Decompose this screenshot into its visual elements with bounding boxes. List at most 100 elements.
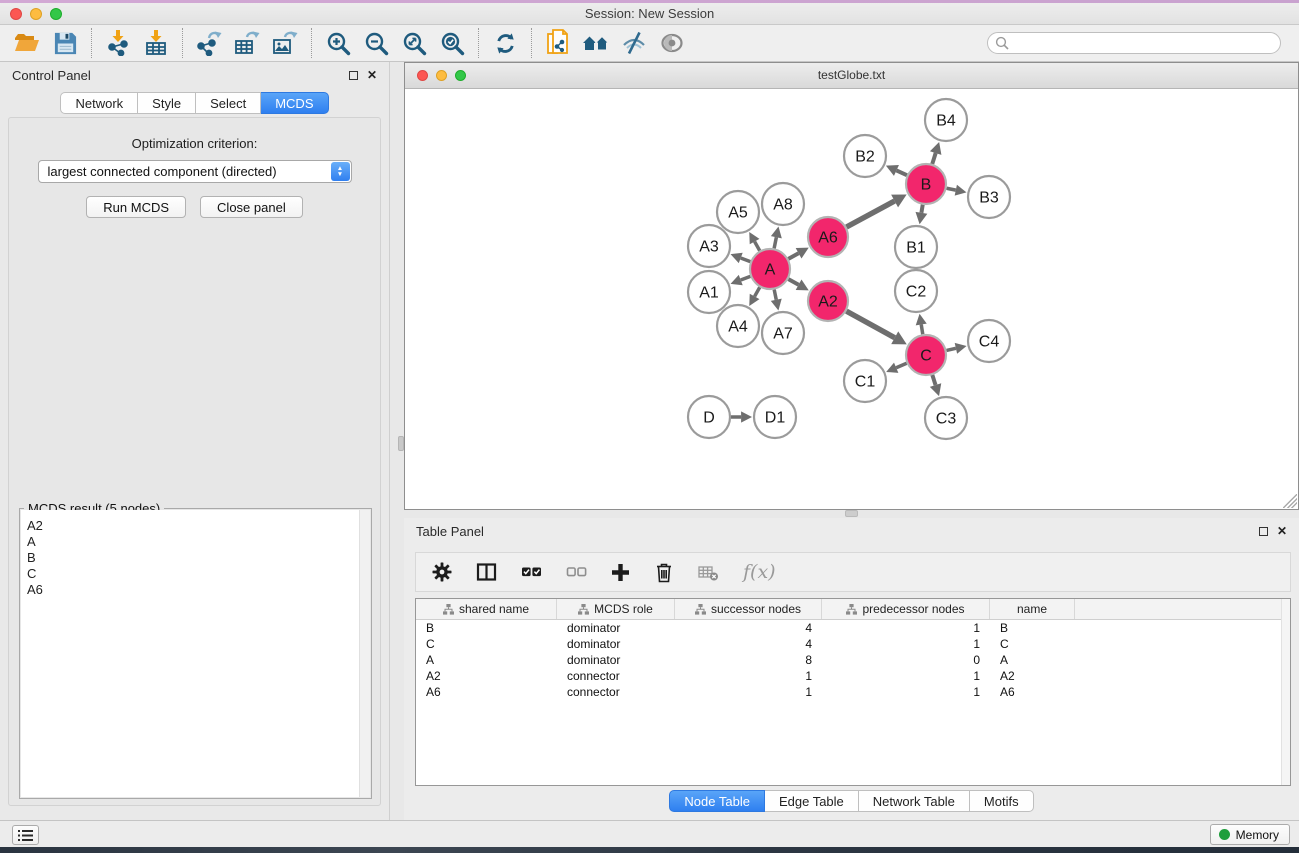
edge-A-A6[interactable] bbox=[788, 253, 798, 259]
edge-C-C3[interactable] bbox=[932, 375, 935, 385]
result-item[interactable]: A bbox=[27, 534, 370, 550]
open-folder-icon bbox=[14, 30, 40, 56]
select-all-checkboxes-button[interactable] bbox=[521, 562, 542, 582]
save-session-button[interactable] bbox=[46, 28, 84, 59]
maximize-window-button[interactable] bbox=[50, 8, 62, 20]
edge-C-C1[interactable] bbox=[896, 363, 906, 367]
column-header-successor-nodes[interactable]: successor nodes bbox=[675, 599, 822, 619]
column-header-name[interactable]: name bbox=[990, 599, 1075, 619]
import-network-button[interactable] bbox=[99, 28, 137, 59]
edge-A-A5[interactable] bbox=[755, 242, 760, 251]
tab-style[interactable]: Style bbox=[138, 92, 196, 114]
result-item[interactable]: C bbox=[27, 566, 370, 582]
memory-button[interactable]: Memory bbox=[1210, 824, 1290, 845]
table-row[interactable]: Cdominator41C bbox=[416, 636, 1290, 652]
float-table-panel-icon[interactable] bbox=[1259, 527, 1268, 536]
task-history-button[interactable] bbox=[12, 825, 39, 845]
close-window-button[interactable] bbox=[10, 8, 22, 20]
zoom-out-icon bbox=[364, 31, 389, 56]
export-table-button[interactable] bbox=[228, 28, 266, 59]
tab-mcds[interactable]: MCDS bbox=[261, 92, 328, 114]
run-mcds-button[interactable]: Run MCDS bbox=[86, 196, 186, 218]
zoom-out-button[interactable] bbox=[357, 28, 395, 59]
table-columns-button[interactable] bbox=[476, 562, 497, 582]
import-table-button[interactable] bbox=[137, 28, 175, 59]
result-item[interactable]: B bbox=[27, 550, 370, 566]
tab-select[interactable]: Select bbox=[196, 92, 261, 114]
edge-C-C2[interactable] bbox=[921, 324, 923, 334]
network-vertical-scrollbar-thumb[interactable] bbox=[398, 436, 404, 451]
close-panel-icon[interactable]: ✕ bbox=[367, 70, 377, 80]
network-graph[interactable]: AA1A2A3A4A5A6A7A8BB1B2B3B4CC1C2C3C4DD1 bbox=[405, 89, 1298, 509]
tab-edge-table[interactable]: Edge Table bbox=[765, 790, 859, 812]
export-network-icon bbox=[196, 30, 222, 56]
edge-A-A3[interactable] bbox=[741, 258, 751, 262]
edge-A-A1[interactable] bbox=[741, 276, 751, 280]
open-session-button[interactable] bbox=[8, 28, 46, 59]
export-image-button[interactable] bbox=[266, 28, 304, 59]
show-all-button[interactable] bbox=[653, 28, 691, 59]
column-header-shared-name[interactable]: shared name bbox=[416, 599, 557, 619]
optimization-criterion-select[interactable]: largest connected component (directed) ▲… bbox=[38, 160, 352, 183]
table-row[interactable]: A6connector11A6 bbox=[416, 684, 1290, 700]
float-panel-icon[interactable] bbox=[349, 71, 358, 80]
edge-A2-C[interactable] bbox=[846, 311, 894, 338]
tab-node-table[interactable]: Node Table bbox=[669, 790, 765, 812]
table-panel-title: Table Panel bbox=[416, 524, 484, 539]
result-list-scrollbar[interactable] bbox=[359, 510, 370, 797]
edge-C-C4[interactable] bbox=[946, 348, 955, 350]
edge-A-A4[interactable] bbox=[755, 287, 760, 296]
node-label-A5: A5 bbox=[728, 205, 748, 222]
table-settings-button[interactable] bbox=[432, 562, 452, 582]
first-neighbors-button[interactable] bbox=[577, 28, 615, 59]
minimize-window-button[interactable] bbox=[30, 8, 42, 20]
table-row[interactable]: Bdominator41B bbox=[416, 620, 1290, 636]
edge-B-B4[interactable] bbox=[932, 153, 935, 164]
edge-B-B1[interactable] bbox=[921, 205, 922, 213]
delete-row-button[interactable] bbox=[654, 562, 674, 583]
tab-network-table[interactable]: Network Table bbox=[859, 790, 970, 812]
new-session-from-network-button[interactable] bbox=[539, 28, 577, 59]
edge-A6-B[interactable] bbox=[846, 201, 894, 227]
mcds-result-list[interactable]: A2ABCA6 bbox=[21, 510, 370, 797]
table-scrollbar[interactable] bbox=[1281, 599, 1290, 785]
close-table-panel-icon[interactable]: ✕ bbox=[1277, 526, 1287, 536]
zoom-fit-button[interactable] bbox=[395, 28, 433, 59]
window-resize-grip[interactable] bbox=[1283, 494, 1297, 508]
column-header-predecessor-nodes[interactable]: predecessor nodes bbox=[822, 599, 990, 619]
node-label-C4: C4 bbox=[979, 334, 1000, 351]
node-table[interactable]: shared nameMCDS rolesuccessor nodesprede… bbox=[415, 598, 1291, 786]
add-row-button[interactable] bbox=[611, 563, 630, 582]
edge-A-A7[interactable] bbox=[774, 290, 776, 300]
tab-network[interactable]: Network bbox=[60, 92, 138, 114]
refresh-button[interactable] bbox=[486, 28, 524, 59]
zoom-selected-button[interactable] bbox=[433, 28, 471, 59]
table-cell: 0 bbox=[822, 653, 990, 667]
export-network-button[interactable] bbox=[190, 28, 228, 59]
table-row[interactable]: Adominator80A bbox=[416, 652, 1290, 668]
edge-B-B2[interactable] bbox=[896, 170, 906, 175]
result-item[interactable]: A6 bbox=[27, 582, 370, 598]
hide-selected-button[interactable] bbox=[615, 28, 653, 59]
maximize-network-button[interactable] bbox=[455, 70, 466, 81]
network-graph-canvas[interactable]: AA1A2A3A4A5A6A7A8BB1B2B3B4CC1C2C3C4DD1 bbox=[405, 89, 1298, 509]
result-item[interactable]: A2 bbox=[27, 518, 370, 534]
table-cell: A6 bbox=[416, 685, 557, 699]
checked-boxes-icon bbox=[521, 562, 542, 582]
tab-motifs[interactable]: Motifs bbox=[970, 790, 1034, 812]
search-input[interactable] bbox=[987, 32, 1281, 54]
deselect-all-checkboxes-button[interactable] bbox=[566, 562, 587, 582]
table-cell: 1 bbox=[675, 685, 822, 699]
edge-A-A2[interactable] bbox=[788, 279, 798, 285]
close-network-button[interactable] bbox=[417, 70, 428, 81]
table-row[interactable]: A2connector11A2 bbox=[416, 668, 1290, 684]
zoom-in-button[interactable] bbox=[319, 28, 357, 59]
search-field-wrap bbox=[987, 32, 1281, 54]
column-header-MCDS-role[interactable]: MCDS role bbox=[557, 599, 675, 619]
edge-A-A8[interactable] bbox=[774, 237, 776, 248]
minimize-network-button[interactable] bbox=[436, 70, 447, 81]
edge-B-B3[interactable] bbox=[947, 188, 956, 190]
network-horizontal-scrollbar-thumb[interactable] bbox=[845, 510, 858, 517]
node-label-C2: C2 bbox=[906, 284, 927, 301]
close-panel-button[interactable]: Close panel bbox=[200, 196, 303, 218]
